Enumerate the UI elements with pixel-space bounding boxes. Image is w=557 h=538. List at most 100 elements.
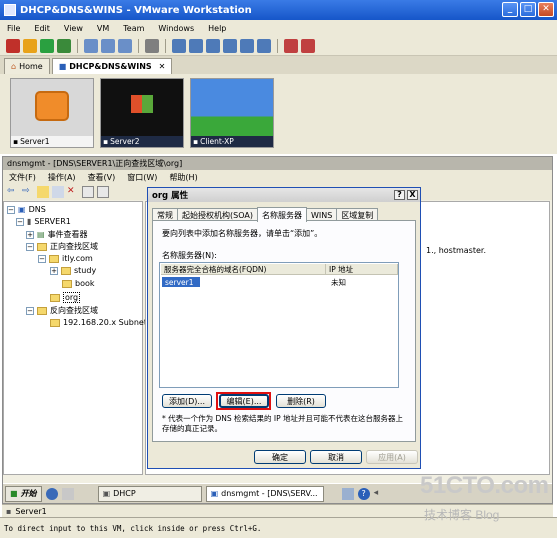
mmc-menu-view[interactable]: 查看(V)	[82, 172, 122, 183]
menu-vm[interactable]: VM	[90, 24, 116, 33]
menu-view[interactable]: View	[57, 24, 90, 33]
view-sidebar-icon[interactable]	[172, 38, 186, 53]
properties-icon[interactable]	[82, 186, 94, 198]
dialog-close-button[interactable]: X	[407, 190, 418, 200]
start-button[interactable]: ■ 开始	[5, 485, 42, 502]
revert-snapshot-icon[interactable]	[101, 38, 115, 53]
snapshot-manager-icon[interactable]	[118, 38, 132, 53]
instruction-text: 要向列表中添加名称服务器，请单击“添加”。	[162, 229, 323, 238]
suspend-icon[interactable]	[23, 38, 37, 53]
team-icon[interactable]	[284, 38, 298, 53]
remove-button[interactable]: 删除(R)	[276, 394, 326, 408]
tree-item-org[interactable]: org	[50, 292, 81, 303]
close-button[interactable]: ✕	[538, 2, 554, 17]
status-text: To direct input to this VM, click inside…	[4, 523, 262, 533]
team-tab-icon: ■	[58, 62, 67, 71]
cancel-button[interactable]: 取消	[310, 450, 362, 464]
power-off-icon[interactable]	[6, 38, 20, 53]
edit-button-highlight	[216, 392, 271, 410]
team-power-icon[interactable]	[301, 38, 315, 53]
tree-item-forward-zones[interactable]: − 正向查找区域	[26, 241, 98, 252]
mmc-menu-file[interactable]: 文件(F)	[3, 172, 42, 183]
vm-icon: ▪	[193, 137, 199, 146]
minimize-button[interactable]: _	[502, 2, 518, 17]
row-fqdn[interactable]: server1	[162, 277, 200, 287]
add-button[interactable]: 添加(D)...	[162, 394, 212, 408]
thumbnail-server1[interactable]: ▪ Server1	[10, 78, 94, 148]
tab-home[interactable]: ⌂ Home	[4, 58, 50, 74]
back-arrow-icon[interactable]: ⇦	[7, 186, 19, 198]
server-icon: ▮	[27, 217, 32, 226]
maximize-button[interactable]: □	[520, 2, 536, 17]
mmc-menu-window[interactable]: 窗口(W)	[121, 172, 163, 183]
snapshot-icon[interactable]	[84, 38, 98, 53]
delete-icon[interactable]: ✕	[67, 186, 79, 198]
view-fullscreen-icon[interactable]	[206, 38, 220, 53]
windows-logo-icon	[131, 95, 153, 113]
vm-icon: ▪	[103, 137, 109, 146]
zone-icon	[50, 293, 60, 302]
dialog-titlebar: org 属性 ? X	[148, 188, 420, 202]
thumbnail-client-xp-caption: ▪ Client-XP	[191, 136, 273, 147]
column-ip[interactable]: IP 地址	[326, 264, 398, 275]
tree-item-server1[interactable]: − ▮ SERVER1	[16, 217, 71, 226]
event-viewer-icon: ▤	[37, 230, 45, 239]
tree-item-subnet[interactable]: 192.168.20.x Subnet	[50, 318, 147, 327]
tab-dhcp-dns-wins[interactable]: ■ DHCP&DNS&WINS ✕	[51, 58, 173, 74]
dialog-title: org 属性	[152, 191, 189, 201]
menu-edit[interactable]: Edit	[27, 24, 57, 33]
vm-name-label: Server1	[15, 506, 47, 516]
vm-icon: ▪	[13, 137, 19, 146]
dns-icon: ▣	[210, 489, 219, 498]
dns-icon: ▣	[18, 205, 26, 214]
forward-arrow-icon[interactable]: ⇨	[22, 186, 34, 198]
ie-icon[interactable]	[45, 487, 58, 500]
network-tray-icon[interactable]	[341, 487, 354, 500]
column-fqdn[interactable]: 服务器完全合格的域名(FQDN)	[161, 264, 326, 275]
view-thumbnails-icon[interactable]	[189, 38, 203, 53]
tab-name-servers[interactable]: 名称服务器	[256, 207, 307, 222]
thumbnail-server2[interactable]: ▪ Server2	[100, 78, 184, 148]
taskbar-item-dnsmgmt[interactable]: ▣ dnsmgmt - [DNS\SERV...	[205, 485, 324, 502]
view-quickswitch-icon[interactable]	[223, 38, 237, 53]
mmc-title: dnsmgmt - [DNS\SERVER1\正向查找区域\org]	[7, 159, 183, 168]
refresh-icon[interactable]	[97, 186, 109, 198]
tree-item-dns[interactable]: − ▣ DNS	[7, 205, 46, 214]
reset-icon[interactable]	[57, 38, 71, 53]
thumbnail-client-xp[interactable]: ▪ Client-XP	[190, 78, 274, 148]
menu-windows[interactable]: Windows	[151, 24, 201, 33]
taskbar-item-dhcp[interactable]: ▣ DHCP	[97, 485, 202, 502]
view-summary-icon[interactable]	[240, 38, 254, 53]
tree-item-itly-com[interactable]: − itly.com	[38, 254, 93, 263]
mmc-menu-help[interactable]: 帮助(H)	[163, 172, 203, 183]
tree-item-book[interactable]: book	[62, 279, 95, 288]
view-console-icon[interactable]	[257, 38, 271, 53]
show-tree-icon[interactable]	[52, 186, 64, 198]
volume-tray-icon[interactable]: ◂	[374, 488, 386, 500]
tree-item-reverse-zones[interactable]: − 反向查找区域	[26, 305, 98, 316]
note-text: * 代表一个作为 DNS 检索结果的 IP 地址并且可能不代表在这台服务器上存储…	[162, 414, 404, 433]
show-desktop-icon[interactable]	[61, 487, 74, 500]
menu-help[interactable]: Help	[201, 24, 233, 33]
menu-file[interactable]: File	[0, 24, 27, 33]
dialog-help-button[interactable]: ?	[394, 190, 405, 200]
vmware-toolbar	[0, 36, 557, 56]
tools-icon[interactable]	[145, 38, 159, 53]
ok-button[interactable]: 确定	[254, 450, 306, 464]
folder-icon	[62, 279, 72, 288]
windows-flag-icon: ■	[10, 489, 18, 498]
apply-button[interactable]: 应用(A)	[366, 450, 418, 464]
power-on-icon[interactable]	[40, 38, 54, 53]
menu-team[interactable]: Team	[116, 24, 151, 33]
folder-icon	[37, 306, 47, 315]
mmc-menu-action[interactable]: 操作(A)	[42, 172, 82, 183]
help-tray-icon[interactable]: ?	[357, 487, 370, 500]
tree-item-event-viewer[interactable]: + ▤ 事件查看器	[26, 229, 88, 240]
name-servers-list[interactable]: 服务器完全合格的域名(FQDN) IP 地址 server1 未知	[159, 262, 399, 388]
tab-close-icon[interactable]: ✕	[159, 62, 166, 71]
watermark-main: 51CTO.com	[420, 472, 549, 499]
up-folder-icon[interactable]	[37, 186, 49, 198]
org-properties-dialog: org 属性 ? X 常规 起始授权机构(SOA) 名称服务器 WINS 区域复…	[147, 187, 421, 469]
console-tree: − ▣ DNS − ▮ SERVER1 + ▤ 事件查看器 − 正向查找区域 − itly.co…	[3, 201, 147, 475]
tree-item-study[interactable]: + study	[50, 266, 96, 275]
